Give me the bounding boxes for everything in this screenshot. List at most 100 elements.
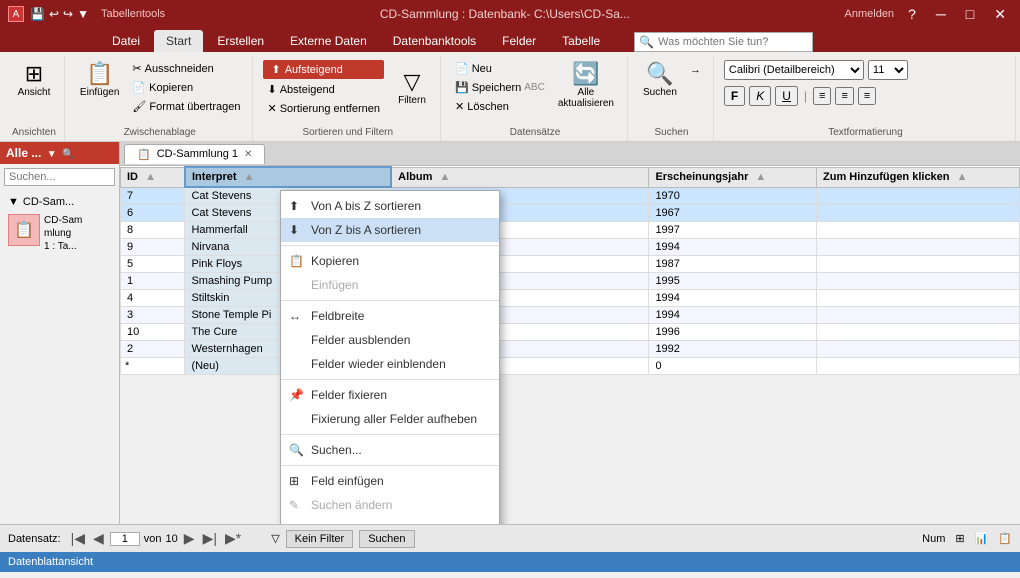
table-row[interactable]: 8Hammerfall1997	[121, 222, 1020, 239]
table-row[interactable]: 2Westernhagen1992	[121, 341, 1020, 358]
align-center-btn[interactable]: ≡	[835, 87, 853, 105]
maximize-btn[interactable]: □	[960, 6, 980, 22]
sortierung-entfernen-btn[interactable]: ✕ Sortierung entfernen	[263, 100, 384, 117]
bold-btn[interactable]: F	[724, 86, 745, 106]
nav-new-btn[interactable]: ▶*	[223, 530, 243, 547]
col-header-id[interactable]: ID ▲	[121, 167, 185, 187]
tab-externe-daten[interactable]: Externe Daten	[278, 30, 379, 52]
ausschneiden-btn[interactable]: ✂ Ausschneiden	[128, 60, 244, 77]
sidebar-search-input[interactable]	[4, 168, 115, 186]
table-row[interactable]: *(Neu)0	[121, 358, 1020, 375]
align-left-btn[interactable]: ≡	[813, 87, 831, 105]
table-row[interactable]: 10The Cure1996	[121, 324, 1020, 341]
help-btn[interactable]: ?	[902, 6, 922, 22]
nav-last-btn[interactable]: ▶|	[201, 530, 219, 547]
speichern-btn[interactable]: 💾 Speichern ABC	[451, 79, 549, 96]
font-select[interactable]: Calibri (Detailbereich)	[724, 60, 864, 80]
search-status-btn[interactable]: Suchen	[359, 530, 414, 548]
table-wrapper[interactable]: ID ▲ Interpret ▲ Album ▲ Erscheinungsj	[120, 166, 1020, 524]
table-row[interactable]: 6Cat Stevens1967	[121, 205, 1020, 222]
tab-datei[interactable]: Datei	[100, 30, 152, 52]
tab-datenbanktools[interactable]: Datenbanktools	[381, 30, 488, 52]
sidebar-expand-icon[interactable]: ▼	[47, 149, 57, 160]
cell-id: *	[121, 358, 185, 375]
table-row[interactable]: 9Nirvana1994	[121, 239, 1020, 256]
redo-btn[interactable]: ↪	[63, 7, 73, 21]
neu-btn[interactable]: 📄 Neu	[451, 60, 549, 77]
ctx-label-7: Felder ausblenden	[311, 333, 410, 347]
current-record-input[interactable]	[110, 532, 140, 546]
content-tab-1[interactable]: 📋 CD-Sammlung 1 ✕	[124, 144, 265, 164]
tab-tabelle[interactable]: Tabelle	[550, 30, 612, 52]
ctx-separator-2	[281, 245, 499, 246]
tab-close-btn[interactable]: ✕	[244, 149, 252, 160]
ctx-item-fixierung-aller-felder-aufheben[interactable]: Fixierung aller Felder aufheben	[281, 407, 499, 431]
col-header-album[interactable]: Album ▲	[391, 167, 649, 187]
close-btn[interactable]: ✕	[988, 6, 1012, 23]
aktualisieren-btn[interactable]: 🔄 Alleaktualisieren	[553, 60, 619, 112]
ctx-item-von-a-bis-z-sortieren[interactable]: ⬆Von A bis Z sortieren	[281, 194, 499, 218]
ctx-item-feldbreite[interactable]: ↔Feldbreite	[281, 304, 499, 328]
nav-next-btn[interactable]: ▶	[182, 530, 197, 547]
ctx-item-einfügen: Einfügen	[281, 273, 499, 297]
absteigend-btn[interactable]: ⬇ Absteigend	[263, 81, 384, 98]
ctx-item-felder-ausblenden[interactable]: Felder ausblenden	[281, 328, 499, 352]
table-row[interactable]: 1Smashing Pump...nite Sa1995	[121, 273, 1020, 290]
more-quick-btn[interactable]: ▼	[77, 7, 89, 21]
view-icon-3[interactable]: 📋	[998, 532, 1012, 545]
format-uebertragen-btn[interactable]: 🖌 Format übertragen	[128, 98, 244, 115]
loeschen-btn[interactable]: ✕ Löschen	[451, 98, 549, 115]
nav-prev-btn[interactable]: ◀	[91, 530, 106, 547]
sidebar-search-icon[interactable]: 🔍	[62, 149, 74, 160]
col-header-year[interactable]: Erscheinungsjahr ▲	[649, 167, 817, 187]
bottom-status: Datenblattansicht	[8, 556, 93, 568]
font-row2: F K U | ≡ ≡ ≡	[724, 86, 876, 106]
einfuegen-btn[interactable]: 📋 Einfügen	[75, 60, 124, 101]
ctx-icon-16: ✎	[289, 498, 299, 512]
ctx-item-suchen...[interactable]: 🔍Suchen...	[281, 438, 499, 462]
view-icon-2[interactable]: 📊	[975, 532, 989, 545]
title-bar: A 💾 ↩ ↪ ▼ Tabellentools CD-Sammlung : Da…	[0, 0, 1020, 28]
tab-felder[interactable]: Felder	[490, 30, 548, 52]
italic-btn[interactable]: K	[749, 86, 771, 106]
filter-btn[interactable]: Kein Filter	[286, 530, 354, 548]
nav-first-btn[interactable]: |◀	[69, 530, 87, 547]
textformat-group-label: Textformatierung	[828, 127, 902, 141]
sidebar-db-item[interactable]: 📋 CD-Sam mlung 1 : Ta...	[4, 210, 115, 257]
tab-erstellen[interactable]: Erstellen	[205, 30, 276, 52]
filtern-btn[interactable]: ▽ Filtern	[392, 68, 432, 109]
user-label[interactable]: Anmelden	[845, 8, 895, 20]
ctx-separator-14	[281, 465, 499, 466]
table-row[interactable]: 7Cat Stevens1970	[121, 187, 1020, 205]
gehe-zu-btn[interactable]: →	[686, 62, 705, 78]
ctx-item-kopieren[interactable]: 📋Kopieren	[281, 249, 499, 273]
ctx-item-von-z-bis-a-sortieren[interactable]: ⬇Von Z bis A sortieren	[281, 218, 499, 242]
align-right-btn[interactable]: ≡	[858, 87, 876, 105]
delete-icon: ✕	[455, 100, 464, 113]
col-header-interpret[interactable]: Interpret ▲	[185, 167, 391, 187]
kopieren-btn[interactable]: 📄 Kopieren	[128, 79, 244, 96]
sortierung-entfernen-label: Sortierung entfernen	[280, 103, 380, 115]
table-row[interactable]: 4Stiltskin1994	[121, 290, 1020, 307]
tab-start[interactable]: Start	[154, 30, 203, 52]
table-row[interactable]: 5Pink Floys...ason1987	[121, 256, 1020, 273]
sidebar-tree-db[interactable]: ▼ CD-Sam...	[4, 194, 115, 210]
ribbon-search-input[interactable]	[658, 36, 808, 48]
aufsteigend-btn[interactable]: ⬆ Aufsteigend	[263, 60, 384, 79]
ctx-item-felder-fixieren[interactable]: 📌Felder fixieren	[281, 383, 499, 407]
col-album-sort-icon: ▲	[439, 171, 450, 183]
underline-btn[interactable]: U	[775, 86, 798, 106]
ctx-item-feld-einfügen[interactable]: ⊞Feld einfügen	[281, 469, 499, 493]
ctx-item-felder-wieder-einblenden[interactable]: Felder wieder einblenden	[281, 352, 499, 376]
font-size-select[interactable]: 11	[868, 60, 908, 80]
ansicht-btn[interactable]: ⊞ Ansicht	[13, 60, 56, 101]
cell-add	[817, 205, 1020, 222]
col-header-add[interactable]: Zum Hinzufügen klicken ▲	[817, 167, 1020, 187]
save-quick-btn[interactable]: 💾	[30, 7, 45, 21]
view-icon-1[interactable]: ⊞	[955, 532, 964, 545]
suchen-btn[interactable]: 🔍 Suchen	[638, 60, 682, 101]
undo-btn[interactable]: ↩	[49, 7, 59, 21]
table-row[interactable]: 3Stone Temple Pi1994	[121, 307, 1020, 324]
ribbon-search-box[interactable]: 🔍	[634, 32, 813, 52]
minimize-btn[interactable]: ─	[930, 6, 952, 22]
